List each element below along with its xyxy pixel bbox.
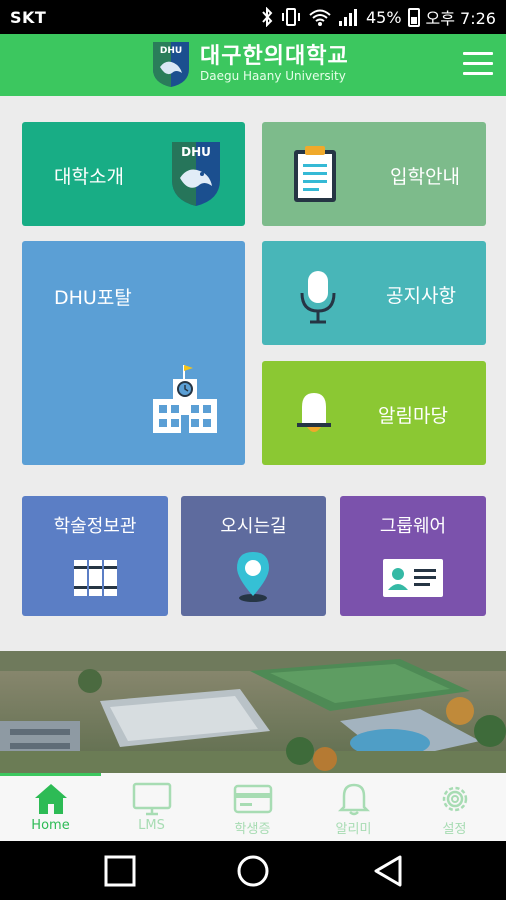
- microphone-icon: [300, 271, 336, 324]
- clock: 오후 7:26: [425, 9, 496, 28]
- logo-text: 대구한의대학교 Daegu Haany University: [200, 44, 349, 84]
- tab-label: 알리미: [335, 822, 372, 837]
- gear-icon: [442, 786, 467, 812]
- tile-admission[interactable]: 입학안내: [262, 122, 486, 226]
- books-icon: [74, 560, 117, 596]
- logo-badge-text: DHU: [160, 46, 182, 56]
- location-pin-icon: [237, 552, 269, 602]
- tile-label: 대학소개: [54, 166, 124, 188]
- monitor-icon: [132, 782, 171, 816]
- back-button-icon[interactable]: [370, 853, 406, 889]
- home-icon: [34, 784, 67, 814]
- tile-university-intro[interactable]: 대학소개 DHU: [22, 122, 245, 226]
- tab-home[interactable]: Home: [0, 776, 101, 841]
- tile-label: 학술정보관: [53, 516, 137, 537]
- battery-icon: [407, 7, 420, 27]
- tile-label: 그룹웨어: [379, 516, 447, 537]
- campus-aerial-photo: [0, 651, 506, 773]
- tab-label: 설정: [442, 822, 467, 837]
- vibrate-icon: [281, 8, 300, 26]
- wifi-icon: [309, 9, 331, 26]
- university-english-name: Daegu Haany University: [200, 69, 346, 83]
- clipboard-icon: [294, 146, 336, 202]
- tile-groupware[interactable]: 그룹웨어: [340, 496, 486, 616]
- tab-label: Home: [31, 818, 70, 833]
- card-icon: [233, 784, 272, 814]
- system-navigation-bar: [0, 841, 506, 900]
- tab-lms[interactable]: LMS: [101, 776, 202, 841]
- tile-label: 공지사항: [386, 285, 456, 307]
- university-emblem-icon: DHU: [172, 142, 220, 206]
- tile-dhu-portal[interactable]: DHU포탈: [22, 241, 245, 465]
- bluetooth-icon: [262, 7, 273, 27]
- tile-directions[interactable]: 오시는길: [181, 496, 326, 616]
- school-building-icon: [153, 365, 217, 433]
- tab-student-id[interactable]: 학생증: [202, 776, 303, 841]
- hamburger-menu-icon[interactable]: [463, 52, 493, 76]
- tab-label: 학생증: [234, 822, 271, 837]
- battery-percent: 45%: [365, 7, 402, 27]
- bell-icon: [337, 783, 370, 816]
- tile-label: 알림마당: [378, 405, 448, 427]
- tile-notices[interactable]: 공지사항: [262, 241, 486, 345]
- recent-apps-icon[interactable]: [102, 853, 138, 889]
- university-name: 대구한의대학교: [200, 44, 349, 69]
- home-button-icon[interactable]: [235, 853, 271, 889]
- emblem-text: DHU: [181, 145, 211, 159]
- university-logo[interactable]: DHU 대구한의대학교 Daegu Haany University: [150, 39, 349, 89]
- bottom-tab-bar: Home LMS 학생증 알리미 설정: [0, 773, 506, 841]
- tab-settings[interactable]: 설정: [404, 776, 505, 841]
- tab-label: LMS: [138, 818, 165, 833]
- app-header: DHU 대구한의대학교 Daegu Haany University: [0, 34, 506, 96]
- shield-emblem-icon: DHU: [153, 42, 189, 87]
- status-icons: 45% 오후 7:26: [260, 6, 496, 28]
- tile-announcements[interactable]: 알림마당: [262, 361, 486, 465]
- bell-icon: [297, 393, 331, 432]
- signal-icon: [338, 9, 357, 26]
- status-bar: SKT 45% 오후 7:26: [0, 0, 506, 34]
- tab-notifier[interactable]: 알리미: [303, 776, 404, 841]
- carrier-label: SKT: [10, 8, 47, 27]
- tile-label: DHU포탈: [54, 287, 132, 309]
- tile-label: 입학안내: [390, 166, 460, 188]
- tile-library[interactable]: 학술정보관: [22, 496, 168, 616]
- tile-label: 오시는길: [220, 516, 287, 537]
- id-card-icon: [383, 559, 443, 597]
